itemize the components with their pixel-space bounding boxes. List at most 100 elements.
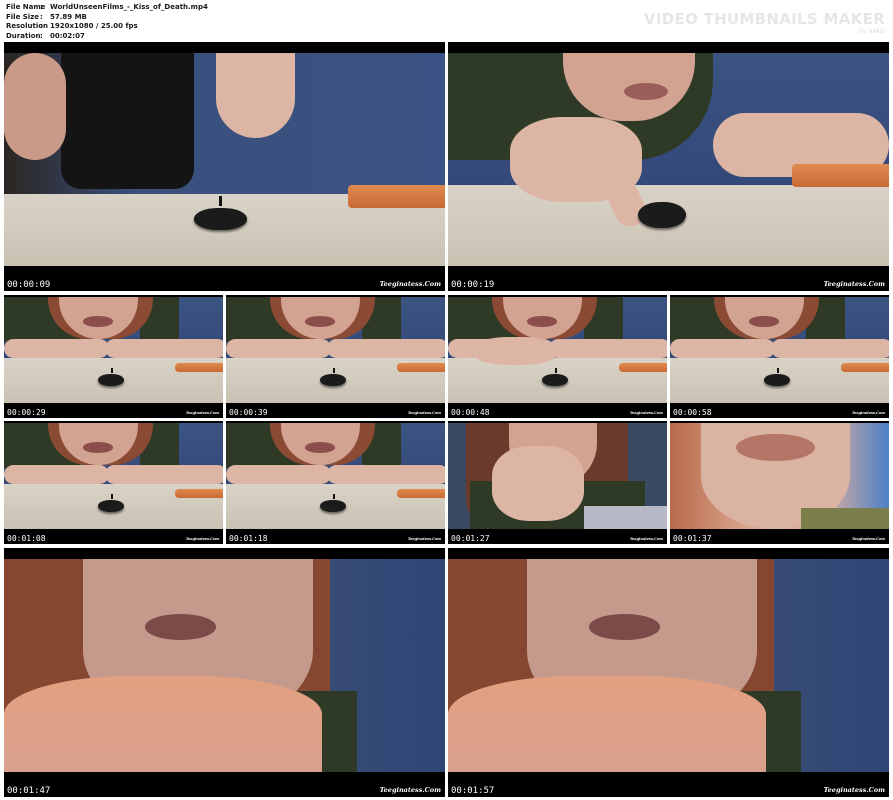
timestamp: 00:01:27 [451, 534, 490, 543]
phone [396, 488, 445, 499]
video-thumbnail: 00:00:39 Teeginatess.Com [226, 295, 445, 418]
video-thumbnail: 00:01:08 Teeginatess.Com [4, 421, 223, 544]
phone [347, 185, 445, 209]
watermark: Teeginatess.Com [823, 280, 885, 288]
file-name-label: File Name [6, 3, 46, 11]
tiny-figure [332, 494, 335, 500]
file-size-value: 57.89 MB [50, 12, 87, 21]
tiny-figure [554, 368, 557, 374]
video-thumbnail: 00:00:09 Teeginatess.Com [4, 42, 445, 291]
watermark: Teeginatess.Com [629, 411, 663, 415]
arm [104, 465, 223, 485]
video-frame [226, 297, 445, 403]
duration-label: Duration [6, 31, 41, 40]
brand-logo: VIDEO THUMBNAILS MAKER by XAKO [644, 10, 885, 35]
video-thumbnail: 00:00:19 Teeginatess.Com [448, 42, 889, 291]
phone [396, 362, 445, 373]
video-thumbnail: 00:00:58 Teeginatess.Com [670, 295, 889, 418]
video-frame [670, 423, 889, 529]
shirt [801, 507, 889, 529]
brand-subtitle: by XAKO [859, 28, 885, 35]
video-thumbnail: 00:01:18 Teeginatess.Com [226, 421, 445, 544]
file-info-row: File Name : WorldUnseenFilms_-_Kiss_of_D… [6, 3, 208, 13]
file-info-panel: File Name : WorldUnseenFilms_-_Kiss_of_D… [6, 3, 208, 41]
watermark: Teeginatess.Com [823, 786, 885, 794]
watermark: Teeginatess.Com [185, 537, 219, 541]
lips [624, 82, 669, 100]
timestamp: 00:00:29 [7, 408, 46, 417]
puck [764, 374, 791, 387]
puck [637, 202, 687, 228]
file-size-label: File Size [6, 12, 40, 21]
video-thumbnail: 00:00:29 Teeginatess.Com [4, 295, 223, 418]
video-frame [4, 53, 445, 266]
timestamp: 00:00:48 [451, 408, 490, 417]
lips [589, 614, 660, 640]
lips [82, 316, 114, 327]
video-frame [4, 297, 223, 403]
tiny-figure [110, 368, 113, 374]
separator: : [40, 12, 43, 21]
file-info-row: File Size : 57.89 MB [6, 13, 208, 23]
arm [670, 339, 776, 359]
lips [526, 316, 558, 327]
separator: : [40, 22, 43, 31]
duration-value: 00:02:07 [50, 31, 85, 40]
lips [748, 316, 780, 327]
arm [326, 465, 445, 485]
watermark: Teeginatess.Com [629, 537, 663, 541]
tiny-figure [776, 368, 779, 374]
arm [4, 339, 110, 359]
resolution-value: 1920x1080 / 25.00 fps [50, 22, 138, 31]
puck [98, 374, 125, 387]
tiny-figure [332, 368, 335, 374]
hands [491, 446, 584, 521]
video-thumbnail: 00:01:57 Teeginatess.Com [448, 548, 889, 797]
timestamp: 00:01:57 [451, 786, 495, 796]
video-thumbnail: 00:00:48 Teeginatess.Com [448, 295, 667, 418]
phone [840, 362, 889, 373]
file-info-row: Duration : 00:02:07 [6, 32, 208, 42]
lips [304, 316, 336, 327]
timestamp: 00:01:18 [229, 534, 268, 543]
arm [226, 465, 332, 485]
watermark: Teeginatess.Com [185, 411, 219, 415]
watermark: Teeginatess.Com [851, 537, 885, 541]
puck [193, 208, 247, 230]
timestamp: 00:01:47 [7, 786, 51, 796]
phone [174, 362, 223, 373]
video-frame [448, 297, 667, 403]
brand-title: VIDEO THUMBNAILS MAKER [643, 10, 885, 28]
file-info-row: Resolution : 1920x1080 / 25.00 fps [6, 22, 208, 32]
phone [791, 163, 889, 188]
arm [104, 339, 223, 359]
timestamp: 00:01:37 [673, 534, 712, 543]
video-thumbnail: 00:01:27 Teeginatess.Com [448, 421, 667, 544]
tiny-figure [218, 195, 223, 207]
lips [304, 442, 336, 453]
timestamp: 00:00:39 [229, 408, 268, 417]
puck [542, 374, 569, 387]
video-frame [670, 297, 889, 403]
video-frame [448, 423, 667, 529]
arm [226, 339, 332, 359]
timestamp: 00:00:19 [451, 280, 495, 290]
hands [4, 676, 322, 772]
watermark: Teeginatess.Com [379, 280, 441, 288]
lips [145, 614, 216, 640]
video-frame [448, 53, 889, 266]
puck [320, 500, 347, 513]
tiny-figure [110, 494, 113, 500]
arm [770, 339, 889, 359]
resolution-label: Resolution [6, 22, 49, 31]
video-frame [4, 559, 445, 772]
separator: : [40, 31, 43, 40]
arm [4, 53, 66, 160]
puck [98, 500, 125, 513]
watermark: Teeginatess.Com [407, 537, 441, 541]
hands [448, 676, 766, 772]
shirt [61, 53, 194, 190]
arm [215, 53, 296, 139]
timestamp: 00:01:08 [7, 534, 46, 543]
video-frame [226, 423, 445, 529]
